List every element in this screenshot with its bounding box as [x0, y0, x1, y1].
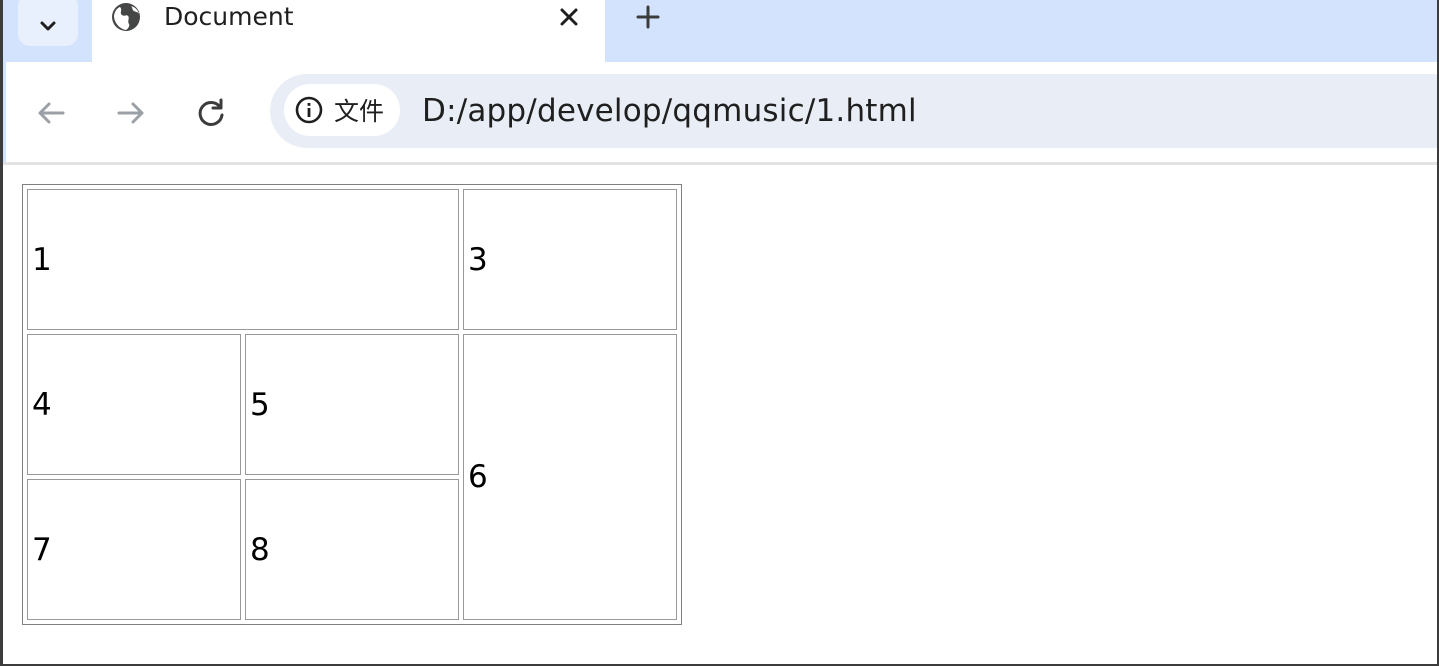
table-cell: 5: [245, 334, 459, 475]
browser-toolbar: 文件 D:/app/develop/qqmusic/1.html: [6, 62, 1439, 162]
site-info-chip[interactable]: 文件: [284, 84, 401, 136]
arrow-right-icon[interactable]: [114, 96, 148, 130]
address-bar[interactable]: 文件 D:/app/develop/qqmusic/1.html: [270, 74, 1439, 148]
tab-search-button[interactable]: [18, 0, 78, 46]
close-icon[interactable]: [555, 3, 583, 31]
url-text[interactable]: D:/app/develop/qqmusic/1.html: [422, 74, 917, 148]
globe-icon: [112, 3, 140, 31]
table-row: 1 3: [27, 189, 677, 330]
site-chip-label: 文件: [334, 97, 385, 126]
tab-document[interactable]: Document: [92, 0, 605, 62]
table-cell: 1: [27, 189, 459, 330]
table-cell: 6: [463, 334, 677, 620]
info-icon: [295, 96, 323, 124]
grid-table: 1 3 4 5 6 7 8: [22, 184, 682, 625]
browser-window: Document 文件 D:/app/develop/qqmusic/1.htm…: [0, 0, 1439, 666]
chevron-down-icon: [40, 21, 56, 31]
window-frame-left: [0, 0, 3, 666]
table-cell: 3: [463, 189, 677, 330]
table-cell: 4: [27, 334, 241, 475]
page-content: 1 3 4 5 6 7 8: [0, 165, 1439, 666]
arrow-left-icon[interactable]: [34, 96, 68, 130]
table-cell: 7: [27, 479, 241, 620]
table-row: 4 5 6: [27, 334, 677, 620]
tab-strip: Document: [0, 0, 1439, 62]
table-cell: 8: [245, 479, 459, 620]
plus-icon[interactable]: [634, 3, 662, 31]
tab-title: Document: [164, 2, 294, 31]
reload-icon[interactable]: [194, 96, 228, 130]
